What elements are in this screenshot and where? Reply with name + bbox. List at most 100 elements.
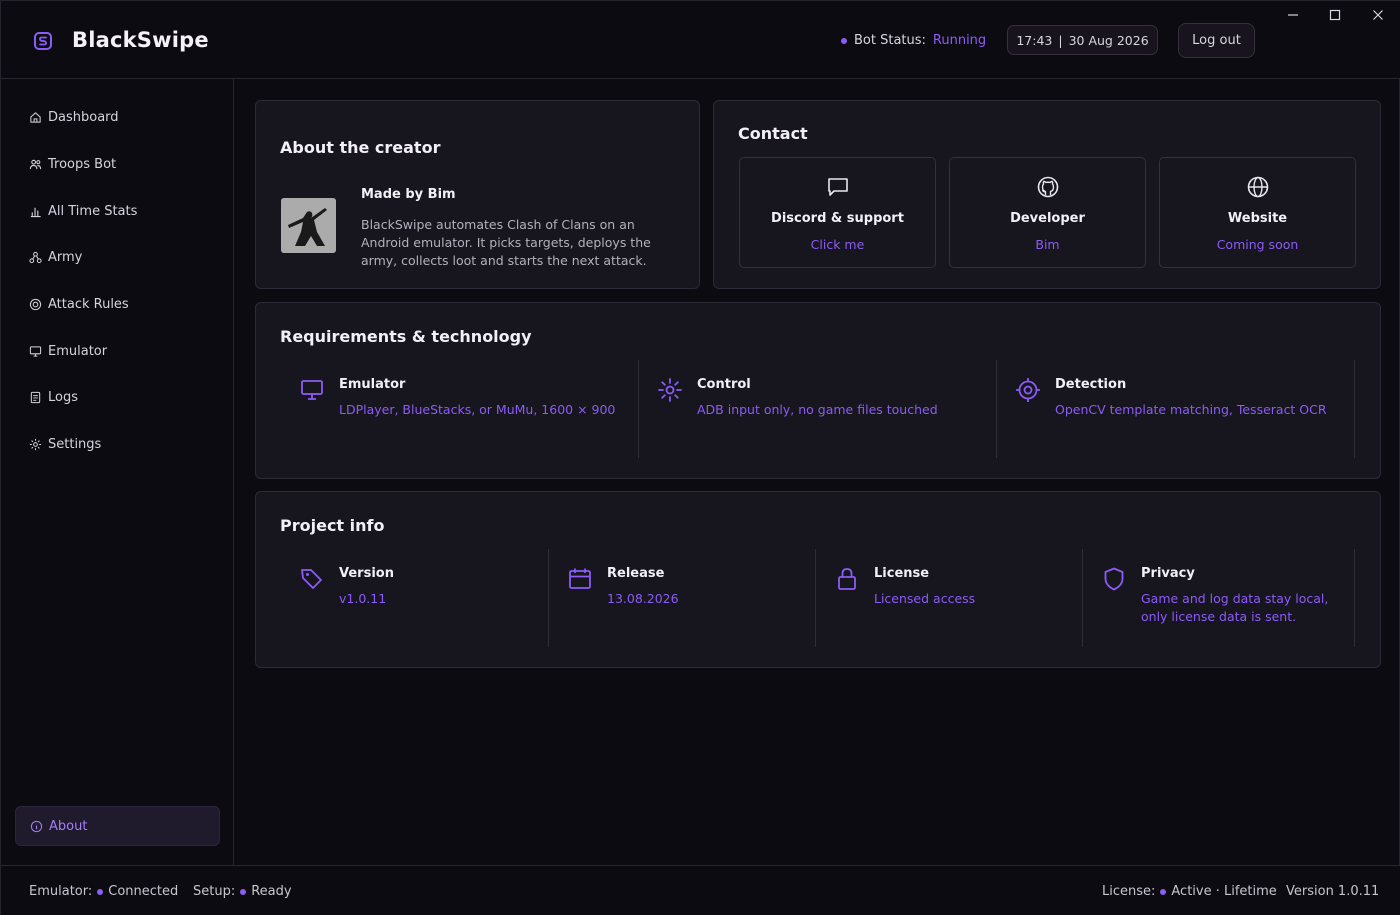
contact-card: Contact Discord & support Click me Devel… [713, 100, 1381, 289]
users-icon [29, 159, 42, 169]
status-dot [1160, 888, 1167, 895]
project-item-title: Privacy [1141, 566, 1195, 581]
project-item-text: Game and log data stay local, only licen… [1141, 591, 1329, 624]
sidebar-item-label: All Time Stats [48, 203, 138, 219]
maximize-icon[interactable] [1325, 7, 1345, 23]
lock-icon [838, 568, 856, 590]
project-privacy: Privacy Game and log data stay local, on… [1083, 549, 1355, 647]
sidebar-item-all-time-stats[interactable]: All Time Stats [15, 191, 220, 231]
emulator-status-value: Connected [108, 884, 179, 899]
requirement-title: Emulator [339, 377, 406, 392]
sidebar-item-label: Army [48, 249, 83, 265]
bot-status-label: Bot Status: [854, 33, 926, 48]
project-license: License Licensed access [816, 549, 1083, 647]
project-release: Release 13.08.2026 [549, 549, 816, 647]
requirement-text: ADB input only, no game files touched [697, 402, 938, 417]
calendar-icon [569, 568, 591, 589]
contact-tile-title: Developer [1010, 211, 1085, 226]
minimize-icon[interactable] [1283, 7, 1303, 23]
contact-tile-discord[interactable]: Discord & support Click me [739, 157, 936, 268]
monitor-icon [301, 380, 323, 400]
bar-chart-icon [30, 207, 41, 217]
project-item-text: 13.08.2026 [607, 591, 679, 606]
clock-time: 17:43 [1016, 32, 1053, 48]
sidebar-item-label: About [49, 818, 88, 834]
requirements-card: Requirements & technology Emulator LDPla… [255, 302, 1381, 479]
sidebar-item-emulator[interactable]: Emulator [15, 331, 220, 371]
project-version: Version v1.0.11 [281, 549, 549, 647]
requirement-detection: Detection OpenCV template matching, Tess… [997, 360, 1355, 458]
sidebar: Dashboard Troops Bot All Time Stats Army… [1, 79, 234, 865]
about-creator-card: About the creator Made by Bim BlackSwipe… [255, 100, 700, 289]
logout-button[interactable]: Log out [1178, 23, 1255, 58]
sidebar-item-label: Settings [48, 436, 102, 452]
chat-icon [827, 178, 848, 196]
sidebar-item-attack-rules[interactable]: Attack Rules [15, 284, 220, 324]
sidebar-item-army[interactable]: Army [15, 237, 220, 277]
license-status: License: Active · Lifetime [1102, 884, 1277, 899]
sidebar-item-label: Logs [48, 389, 78, 405]
license-status-label: License: [1102, 884, 1156, 899]
app-window: BlackSwipe Bot Status: Running 17:43 | 3… [0, 0, 1400, 915]
clock-display: 17:43 | 30 Aug 2026 [1007, 25, 1158, 55]
file-icon [30, 391, 41, 403]
clock-date: 30 Aug 2026 [1068, 32, 1149, 48]
sidebar-item-about[interactable]: About [15, 806, 220, 846]
card-title: Requirements & technology [280, 327, 532, 346]
sidebar-item-label: Emulator [48, 343, 108, 359]
contact-tile-link[interactable]: Bim [950, 237, 1145, 252]
crosshair-icon [1016, 378, 1040, 402]
title-bar: BlackSwipe Bot Status: Running 17:43 | 3… [1, 1, 1400, 79]
project-item-title: Version [339, 566, 394, 581]
sidebar-item-logs[interactable]: Logs [15, 377, 220, 417]
home-icon [30, 111, 41, 123]
about-description: BlackSwipe automates Clash of Clans on a… [361, 217, 651, 268]
contact-tile-link[interactable]: Click me [740, 237, 935, 252]
emulator-status-label: Emulator: [29, 884, 93, 899]
app-logo-icon [34, 32, 52, 50]
contact-tile-developer[interactable]: Developer Bim [949, 157, 1146, 268]
requirement-text: LDPlayer, BlueStacks, or MuMu, 1600 × 90… [339, 402, 616, 417]
card-title: Contact [738, 124, 808, 143]
avatar [281, 198, 336, 253]
app-title: BlackSwipe [72, 28, 209, 52]
requirement-control: Control ADB input only, no game files to… [639, 360, 997, 458]
shield-icon [1104, 567, 1124, 591]
contact-tile-website[interactable]: Website Coming soon [1159, 157, 1356, 268]
setup-status-label: Setup: [193, 884, 236, 899]
tag-icon [301, 569, 322, 589]
card-title: Project info [280, 516, 385, 535]
project-item-title: License [874, 566, 930, 581]
sidebar-item-troops-bot[interactable]: Troops Bot [15, 144, 220, 184]
version-label: Version 1.0.11 [1286, 884, 1380, 899]
network-icon [29, 251, 42, 263]
github-icon [1037, 176, 1058, 198]
license-status-value: Active · Lifetime [1171, 884, 1277, 899]
status-dot [841, 37, 847, 44]
setup-status: Setup: Ready [193, 884, 292, 899]
close-icon[interactable] [1368, 7, 1388, 23]
sidebar-item-label: Dashboard [48, 109, 119, 125]
project-info-card: Project info Version v1.0.11 Release 13.… [255, 491, 1381, 668]
project-item-title: Release [607, 566, 665, 581]
monitor-icon [29, 345, 42, 357]
globe-icon [1247, 176, 1268, 198]
sidebar-item-label: Attack Rules [48, 296, 129, 312]
contact-tile-title: Website [1227, 211, 1288, 226]
info-icon [30, 820, 43, 832]
requirement-text: OpenCV template matching, Tesseract OCR [1055, 402, 1327, 417]
sidebar-item-dashboard[interactable]: Dashboard [15, 97, 220, 137]
clock-separator: | [1058, 32, 1063, 48]
target-icon [29, 298, 42, 310]
setup-status-value: Ready [251, 884, 292, 899]
project-item-text: Licensed access [874, 591, 976, 606]
requirement-title: Control [697, 377, 751, 392]
status-dot [240, 888, 247, 895]
status-dot [97, 888, 104, 895]
bot-status-value: Running [932, 33, 987, 48]
status-bar: Emulator: Connected Setup: Ready License… [1, 865, 1400, 915]
project-item-text: v1.0.11 [339, 591, 387, 606]
sidebar-item-settings[interactable]: Settings [15, 424, 220, 464]
contact-tile-link[interactable]: Coming soon [1160, 237, 1355, 252]
creator-name: Made by Bim [361, 187, 456, 202]
